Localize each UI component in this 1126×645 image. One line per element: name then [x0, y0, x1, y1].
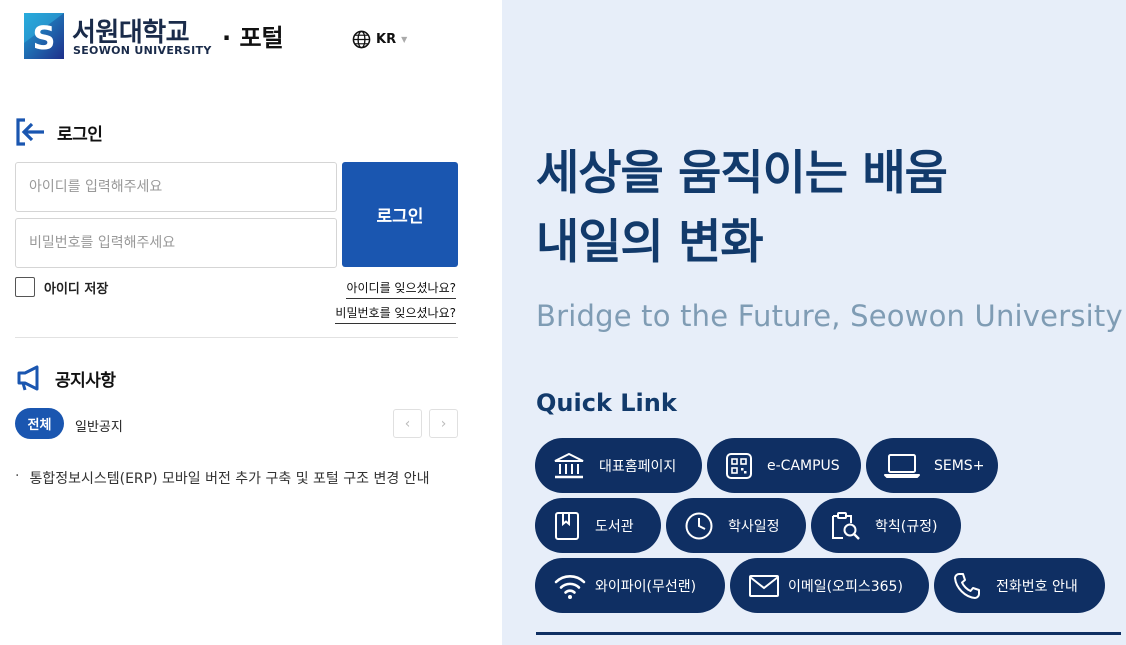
quick-link-regulations[interactable]: 학칙(규정) [811, 498, 961, 553]
left-panel: S 서원대학교 SEOWON UNIVERSITY · 포털 KR ▼ 로그인 [0, 0, 502, 645]
find-password-link[interactable]: 비밀번호를 잊으셨나요? [335, 304, 456, 324]
clock-icon [685, 512, 713, 539]
save-id-label: 아이디 저장 [44, 281, 109, 297]
login-button[interactable]: 로그인 [342, 162, 458, 267]
university-name-en[interactable]: SEOWON UNIVERSITY [73, 44, 212, 57]
quick-link-label: 도서관 [595, 518, 634, 535]
hero-headline: 세상을 움직이는 배움 내일의 변화 [536, 146, 948, 272]
bullet: · [15, 468, 20, 484]
user-id-input[interactable] [15, 162, 337, 212]
quick-link-email[interactable]: 이메일(오피스365) [730, 558, 929, 613]
quick-link-title: Quick Link [536, 389, 677, 417]
quick-link-ecampus[interactable]: e-CAMPUS [707, 438, 861, 493]
mail-icon [749, 574, 779, 597]
tab-general-notice[interactable]: 일반공지 [75, 416, 123, 435]
portal-title: · 포털 [222, 24, 284, 52]
book-icon [555, 511, 579, 540]
quick-link-label: 학사일정 [728, 518, 780, 535]
bottom-rule [536, 632, 1121, 635]
login-title: 로그인 [57, 124, 103, 145]
quick-link-wifi[interactable]: 와이파이(무선랜) [535, 558, 725, 613]
portal-page: S 서원대학교 SEOWON UNIVERSITY · 포털 KR ▼ 로그인 [0, 0, 1126, 645]
tab-all[interactable]: 전체 [15, 408, 64, 439]
checkbox-box[interactable] [15, 277, 35, 297]
hero-headline-line1: 세상을 움직이는 배움 [536, 146, 948, 201]
university-logo-icon: S [24, 13, 64, 59]
quick-link-label: e-CAMPUS [767, 457, 840, 474]
notice-header: 공지사항 [15, 364, 116, 392]
quick-link-sems[interactable]: SEMS+ [866, 438, 998, 493]
building-icon [554, 452, 584, 478]
phone-icon [954, 572, 980, 599]
quick-link-label: 대표홈페이지 [599, 458, 677, 475]
hero-headline-line2: 내일의 변화 [536, 215, 764, 270]
megaphone-icon [17, 365, 39, 391]
chevron-down-icon: ▼ [401, 35, 408, 44]
wifi-icon [554, 574, 586, 599]
qr-icon [726, 452, 752, 479]
globe-icon [352, 30, 371, 49]
quick-link-label: 전화번호 안내 [996, 578, 1078, 595]
save-id-checkbox[interactable]: 아이디 저장 [15, 277, 108, 297]
password-input[interactable] [15, 218, 337, 268]
quick-link-label: 와이파이(무선랜) [595, 578, 697, 595]
login-header: 로그인 [15, 118, 103, 146]
notice-title: 공지사항 [55, 370, 116, 391]
hero-tagline: Bridge to the Future, Seowon University [536, 299, 1123, 333]
quick-link-library[interactable]: 도서관 [535, 498, 661, 553]
hero-panel: 세상을 움직이는 배움 내일의 변화 Bridge to the Future,… [502, 0, 1126, 645]
svg-text:S: S [32, 19, 55, 57]
find-id-link[interactable]: 아이디를 잊으셨나요? [346, 279, 456, 299]
quick-link-homepage[interactable]: 대표홈페이지 [535, 438, 702, 493]
next-page-button[interactable]: › [429, 409, 458, 438]
prev-page-button[interactable]: ‹ [393, 409, 422, 438]
document-search-icon [832, 511, 860, 540]
language-label: KR [376, 32, 397, 47]
notice-item-text: 통합정보시스템(ERP) 모바일 버전 추가 구축 및 포털 구조 변경 안내 [29, 471, 430, 487]
quick-link-phone-directory[interactable]: 전화번호 안내 [934, 558, 1105, 613]
quick-link-academic-calendar[interactable]: 학사일정 [666, 498, 806, 553]
login-arrow-icon [16, 118, 44, 146]
language-selector[interactable]: KR ▼ [352, 30, 407, 49]
notice-item[interactable]: · 통합정보시스템(ERP) 모바일 버전 추가 구축 및 포털 구조 변경 안… [15, 468, 429, 488]
quick-link-label: SEMS+ [934, 457, 985, 474]
quick-link-label: 이메일(오피스365) [788, 578, 903, 595]
quick-link-label: 학칙(규정) [875, 518, 938, 535]
section-divider [15, 337, 458, 338]
laptop-icon [884, 453, 920, 478]
